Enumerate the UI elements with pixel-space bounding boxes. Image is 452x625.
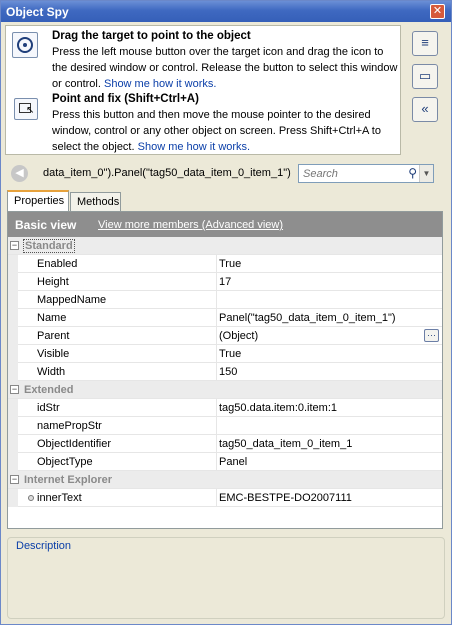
- collapse-button[interactable]: «: [412, 97, 438, 122]
- category-standard[interactable]: − Standard: [8, 237, 442, 255]
- property-name: Parent: [37, 330, 70, 342]
- category-label: Extended: [24, 384, 74, 396]
- chevron-down-icon[interactable]: ▼: [419, 165, 433, 182]
- property-name: ObjectIdentifier: [37, 438, 111, 450]
- title-bar[interactable]: Object Spy ✕: [1, 1, 451, 22]
- collapse-toggle-icon[interactable]: −: [10, 241, 19, 250]
- fix-title: Point and fix (Shift+Ctrl+A): [52, 93, 199, 105]
- property-row[interactable]: idStr tag50.data.item:0.item:1: [8, 399, 442, 417]
- collapse-toggle-icon[interactable]: −: [10, 475, 19, 484]
- property-row[interactable]: Height 17: [8, 273, 442, 291]
- collapse-toggle-icon[interactable]: −: [10, 385, 19, 394]
- property-row[interactable]: Enabled True: [8, 255, 442, 273]
- property-row[interactable]: Width 150: [8, 363, 442, 381]
- property-name: MappedName: [37, 294, 107, 306]
- object-tree-button[interactable]: ≡: [412, 31, 438, 56]
- ellipsis-button[interactable]: ···: [424, 329, 439, 342]
- property-name: Enabled: [37, 258, 78, 270]
- property-value[interactable]: True: [219, 258, 241, 270]
- highlight-button[interactable]: ▭: [412, 64, 438, 89]
- object-tree-icon: ≡: [421, 35, 429, 50]
- drag-instructions: Press the left mouse button over the tar…: [52, 44, 398, 92]
- property-row[interactable]: Visible True: [8, 345, 442, 363]
- property-name: Width: [37, 366, 66, 378]
- expand-dot-icon: [28, 495, 34, 501]
- property-value[interactable]: Panel: [219, 456, 247, 468]
- fix-help-link[interactable]: Show me how it works.: [138, 141, 250, 153]
- object-path-bar: ◀ data_item_0").Panel("tag50_data_item_0…: [5, 161, 445, 185]
- property-value[interactable]: Panel("tag50_data_item_0_item_1"): [219, 312, 396, 324]
- point-and-fix-icon[interactable]: ↖: [14, 98, 38, 120]
- highlight-icon: ▭: [418, 68, 432, 83]
- fix-instructions: Press this button and then move the mous…: [52, 107, 398, 155]
- close-button[interactable]: ✕: [430, 4, 445, 19]
- back-arrow-icon[interactable]: ◀: [11, 165, 28, 182]
- tab-properties[interactable]: Properties: [7, 190, 69, 212]
- close-icon: ✕: [432, 5, 443, 17]
- drag-help-link[interactable]: Show me how it works.: [104, 78, 216, 90]
- description-label: Description: [16, 540, 72, 552]
- tab-methods[interactable]: Methods: [70, 192, 121, 211]
- property-row[interactable]: MappedName: [8, 291, 442, 309]
- description-panel: Description: [7, 537, 445, 619]
- property-row[interactable]: ObjectIdentifier tag50_data_item_0_item_1: [8, 435, 442, 453]
- property-name: Height: [37, 276, 69, 288]
- property-row[interactable]: Parent (Object) ···: [8, 327, 442, 345]
- property-row[interactable]: innerText EMC-BESTPE-DO2007111: [8, 489, 442, 507]
- property-value[interactable]: True: [219, 348, 241, 360]
- property-name: Name: [37, 312, 67, 324]
- view-bar: Basic view View more members (Advanced v…: [8, 212, 442, 237]
- property-value[interactable]: tag50_data_item_0_item_1: [219, 438, 352, 450]
- tab-methods-label: Methods: [77, 196, 120, 208]
- category-label: Standard: [23, 239, 75, 253]
- advanced-view-link[interactable]: View more members (Advanced view): [98, 219, 283, 231]
- collapse-icon: «: [421, 101, 429, 116]
- search-input[interactable]: [301, 166, 409, 181]
- property-value[interactable]: tag50.data.item:0.item:1: [219, 402, 337, 414]
- category-extended[interactable]: − Extended: [8, 381, 442, 399]
- property-row[interactable]: namePropStr: [8, 417, 442, 435]
- property-value[interactable]: EMC-BESTPE-DO2007111: [219, 492, 352, 504]
- category-label: Internet Explorer: [24, 474, 113, 486]
- property-row[interactable]: ObjectType Panel: [8, 453, 442, 471]
- drag-title: Drag the target to point to the object: [52, 30, 251, 42]
- property-value[interactable]: 17: [219, 276, 231, 288]
- property-grid: − Standard Enabled True Height 17 MappedNa…: [8, 237, 442, 507]
- property-row[interactable]: Name Panel("tag50_data_item_0_item_1"): [8, 309, 442, 327]
- search-icon[interactable]: ⚲: [408, 166, 417, 180]
- tab-properties-label: Properties: [14, 195, 65, 207]
- property-name: innerText: [37, 492, 82, 504]
- property-value[interactable]: (Object): [219, 330, 258, 342]
- window-title: Object Spy: [6, 5, 69, 19]
- object-path: data_item_0").Panel("tag50_data_item_0_i…: [43, 167, 291, 179]
- property-name: Visible: [37, 348, 70, 360]
- basic-view-label: Basic view: [15, 218, 77, 232]
- instructions-panel: Drag the target to point to the object P…: [5, 25, 401, 155]
- property-name: idStr: [37, 402, 60, 414]
- object-spy-window: Object Spy ✕ Drag the target to point to…: [0, 0, 452, 625]
- category-internet-explorer[interactable]: − Internet Explorer: [8, 471, 442, 489]
- search-box[interactable]: ⚲ ▼: [298, 164, 434, 183]
- property-name: ObjectType: [37, 456, 93, 468]
- property-value[interactable]: 150: [219, 366, 237, 378]
- properties-panel: Basic view View more members (Advanced v…: [7, 211, 443, 529]
- property-name: namePropStr: [37, 420, 102, 432]
- target-icon[interactable]: [12, 32, 38, 58]
